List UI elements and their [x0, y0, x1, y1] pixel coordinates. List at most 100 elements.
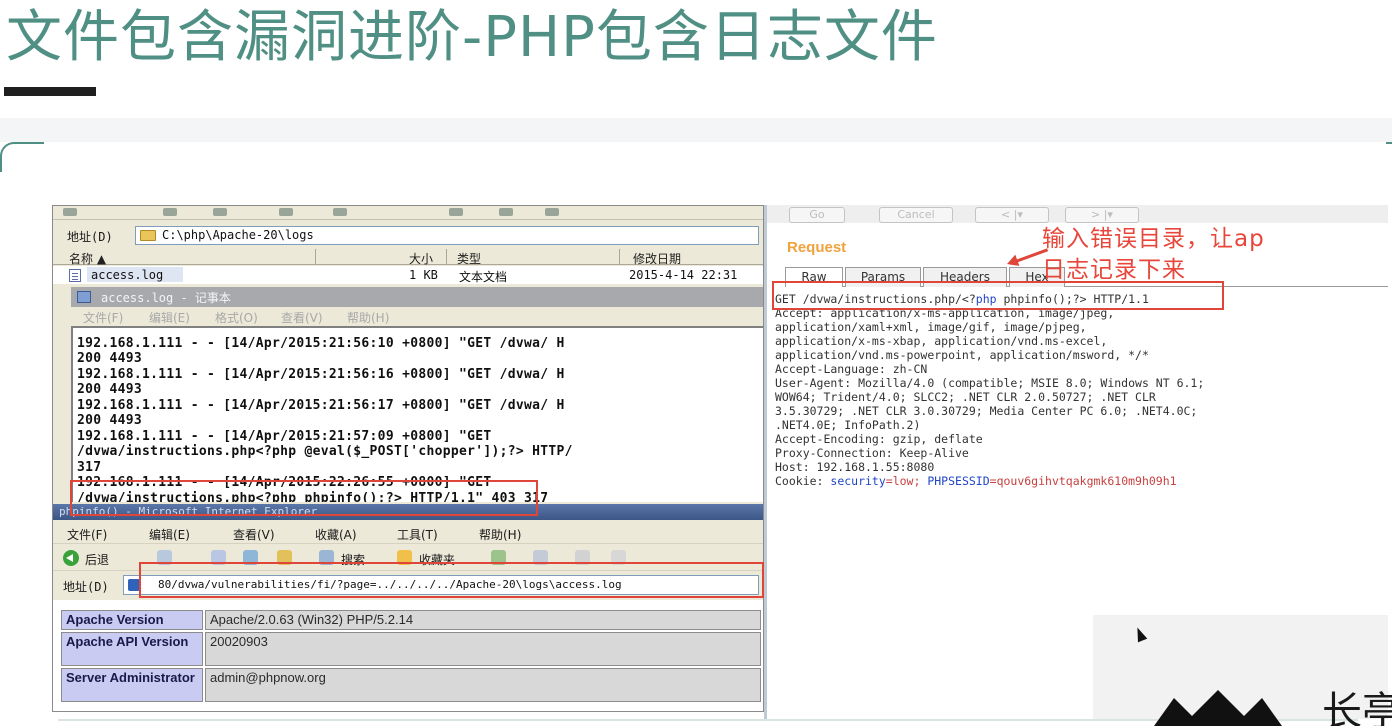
- menu-format[interactable]: 格式(O): [215, 309, 258, 326]
- ie-address-label: 地址(D): [63, 580, 109, 594]
- notepad-icon: [77, 291, 91, 303]
- header-line: Accept-Encoding: gzip, deflate: [775, 432, 983, 446]
- menu-favorites[interactable]: 收藏(A): [315, 526, 357, 543]
- col-separator: [446, 249, 447, 265]
- log-line: 192.168.1.111 - - [14/Apr/2015:21:56:17 …: [77, 398, 565, 413]
- cancel-button[interactable]: Cancel: [879, 207, 953, 223]
- header-line: WOW64; Trident/4.0; SLCC2; .NET CLR 2.0.…: [775, 390, 1156, 404]
- toolbar-icon[interactable]: [213, 208, 227, 216]
- text-file-icon: [69, 269, 81, 282]
- phpinfo-key: Server Administrator: [61, 668, 203, 702]
- menu-edit[interactable]: 编辑(E): [149, 526, 190, 543]
- menu-view[interactable]: 查看(V): [281, 309, 323, 326]
- file-name: access.log: [91, 268, 164, 282]
- file-list-header: 名称 ▲ 大小 类型 修改日期: [53, 249, 763, 267]
- cookie-key-phpsessid: PHPSESSID: [927, 474, 990, 488]
- col-modified[interactable]: 修改日期: [633, 250, 681, 267]
- phpinfo-value: Apache/2.0.63 (Win32) PHP/5.2.14: [205, 610, 761, 630]
- log-line: 200 4493: [77, 351, 143, 366]
- cookie-line: Cookie: security=low; PHPSESSID=qouv6gih…: [775, 475, 1177, 488]
- notepad-text-area[interactable]: 192.168.1.111 - - [14/Apr/2015:21:56:10 …: [71, 326, 763, 502]
- col-type[interactable]: 类型: [457, 250, 481, 267]
- toolbar-icon[interactable]: [163, 208, 177, 216]
- address-label: 地址(D): [67, 230, 113, 244]
- toolbar-icon[interactable]: [279, 208, 293, 216]
- header-line: .NET4.0E; InfoPath.2): [775, 418, 921, 432]
- file-size: 1 KB: [409, 268, 438, 282]
- phpinfo-key: Apache API Version: [61, 632, 203, 666]
- annotation-line-2: 日志记录下来: [1042, 257, 1186, 283]
- title-underline: [4, 87, 96, 96]
- menu-edit[interactable]: 编辑(E): [149, 309, 190, 326]
- log-entry-highlight: [70, 480, 538, 516]
- col-separator: [315, 249, 316, 265]
- file-type: 文本文档: [459, 270, 508, 284]
- header-line: Proxy-Connection: Keep-Alive: [775, 446, 969, 460]
- history-back-button[interactable]: < |▾: [975, 207, 1049, 223]
- explorer-toolbar: [53, 206, 763, 220]
- go-button[interactable]: Go: [789, 207, 845, 223]
- toolbar-icon[interactable]: [333, 208, 347, 216]
- ie-menubar: 文件(F) 编辑(E) 查看(V) 收藏(A) 工具(T) 帮助(H): [53, 522, 763, 544]
- col-name[interactable]: 名称 ▲: [69, 250, 106, 267]
- log-line: 192.168.1.111 - - [14/Apr/2015:21:56:10 …: [77, 336, 565, 351]
- phpinfo-key: Apache Version: [61, 610, 203, 630]
- log-line: /dvwa/instructions.php<?php @eval($_POST…: [77, 444, 573, 459]
- header-line: application/x-ms-xbap, application/vnd.m…: [775, 334, 1108, 348]
- log-line: 317: [77, 460, 102, 475]
- menu-view[interactable]: 查看(V): [233, 526, 275, 543]
- url-highlight: [139, 562, 764, 598]
- notepad-title: access.log - 记事本: [101, 291, 231, 305]
- content-frame-edge: [1386, 142, 1392, 144]
- menu-help[interactable]: 帮助(H): [347, 309, 389, 326]
- explorer-address-bar: 地址(D) C:\php\Apache-20\logs: [53, 222, 763, 248]
- brand-logo-text: 长亭: [1322, 689, 1392, 726]
- toolbar-icon[interactable]: [545, 208, 559, 216]
- menu-file[interactable]: 文件(F): [83, 309, 123, 326]
- brand-logo-icon: [1154, 690, 1282, 726]
- slide-title: 文件包含漏洞进阶-PHP包含日志文件: [6, 5, 938, 70]
- folder-icon: [140, 230, 156, 241]
- cookie-prefix: Cookie:: [775, 474, 831, 488]
- header-band: [0, 118, 1392, 142]
- back-label[interactable]: 后退: [85, 551, 109, 568]
- phpinfo-value: admin@phpnow.org: [205, 668, 761, 702]
- header-line: application/xaml+xml, image/gif, image/p…: [775, 320, 1087, 334]
- annotation-line-1: 输入错误目录，让ap: [1042, 226, 1265, 252]
- header-line: User-Agent: Mozilla/4.0 (compatible; MSI…: [775, 376, 1205, 390]
- phpinfo-page: Apache Version Apache/2.0.63 (Win32) PHP…: [53, 600, 763, 711]
- toolbar-icon[interactable]: [499, 208, 513, 216]
- log-line: 192.168.1.111 - - [14/Apr/2015:21:56:16 …: [77, 367, 565, 382]
- back-arrow-icon[interactable]: [63, 550, 79, 566]
- menu-tools[interactable]: 工具(T): [397, 526, 438, 543]
- content-frame-corner: [0, 142, 44, 172]
- cookie-value-security: =low;: [885, 474, 928, 488]
- toolbar-icon[interactable]: [449, 208, 463, 216]
- phpinfo-value: 20020903: [205, 632, 761, 666]
- windows-desktop-panel: 地址(D) C:\php\Apache-20\logs 名称 ▲ 大小 类型 修…: [52, 205, 764, 712]
- explorer-address-input[interactable]: C:\php\Apache-20\logs: [135, 226, 759, 245]
- header-line: Host: 192.168.1.55:8080: [775, 460, 935, 474]
- history-forward-button[interactable]: > |▾: [1065, 207, 1139, 223]
- toolbar-icon[interactable]: [63, 208, 77, 216]
- header-line: 3.5.30729; .NET CLR 3.0.30729; Media Cen…: [775, 404, 1198, 418]
- col-separator: [619, 249, 620, 265]
- address-path: C:\php\Apache-20\logs: [162, 228, 314, 242]
- log-line: 200 4493: [77, 413, 143, 428]
- file-modified: 2015-4-14 22:31: [629, 268, 738, 282]
- col-size[interactable]: 大小: [409, 250, 433, 267]
- burp-toolbar: Go Cancel < |▾ > |▾: [767, 205, 1388, 223]
- cookie-key-security: security: [830, 474, 886, 488]
- log-line: 192.168.1.111 - - [14/Apr/2015:21:57:09 …: [77, 429, 492, 444]
- header-line: application/vnd.ms-powerpoint, applicati…: [775, 348, 1149, 362]
- cookie-value-phpsessid: =qouv6gihvtqakgmk610m9h09h1: [989, 474, 1177, 488]
- notepad-titlebar[interactable]: access.log - 记事本: [71, 287, 763, 307]
- log-line: 200 4493: [77, 382, 143, 397]
- request-section-label: Request: [787, 239, 847, 256]
- menu-help[interactable]: 帮助(H): [479, 526, 521, 543]
- menu-file[interactable]: 文件(F): [67, 526, 107, 543]
- notepad-menubar: 文件(F) 编辑(E) 格式(O) 查看(V) 帮助(H): [71, 307, 763, 326]
- annotation-text: 输入错误目录，让ap 日志记录下来: [1042, 224, 1265, 286]
- header-line: Accept-Language: zh-CN: [775, 362, 928, 376]
- file-row[interactable]: access.log 1 KB 文本文档 2015-4-14 22:31: [53, 266, 763, 284]
